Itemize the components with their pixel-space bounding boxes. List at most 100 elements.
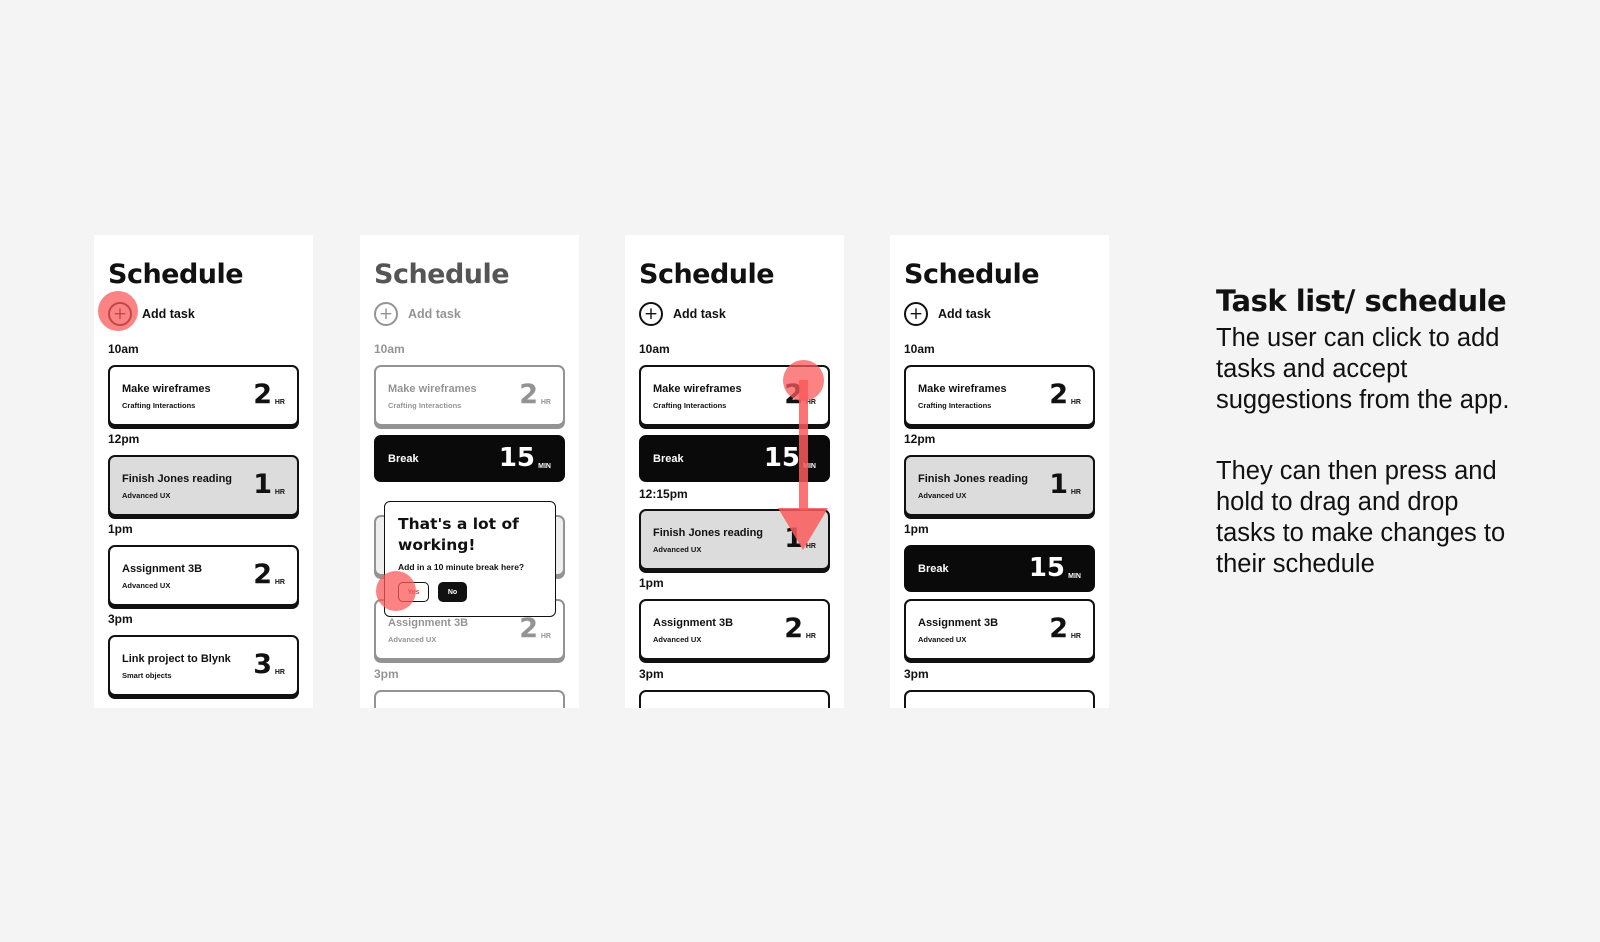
task-subtitle: Crafting Interactions xyxy=(388,401,462,410)
break-title: Break xyxy=(388,453,419,465)
task-duration: 3 xyxy=(253,649,272,680)
task-duration: 2 xyxy=(519,613,538,644)
add-task-button[interactable]: + Add task xyxy=(904,302,991,326)
add-task-label: Add task xyxy=(408,307,461,321)
schedule-screen-2: Schedule + Add task 10am Make wireframes… xyxy=(360,235,579,708)
add-task-button[interactable]: + Add task xyxy=(639,302,726,326)
task-subtitle: Advanced UX xyxy=(653,545,702,554)
task-card-partial xyxy=(639,690,830,708)
task-duration: 2 xyxy=(519,379,538,410)
page-title: Schedule xyxy=(374,259,510,290)
task-title: Assignment 3B xyxy=(653,617,734,629)
schedule-screen-3: Schedule + Add task 10am Make wireframes… xyxy=(625,235,844,708)
time-label: 3pm xyxy=(904,667,929,681)
add-task-label: Add task xyxy=(673,307,726,321)
break-title: Break xyxy=(918,563,949,575)
task-title: Assignment 3B xyxy=(122,563,203,575)
time-label: 1pm xyxy=(108,522,133,536)
task-card[interactable]: Link project to Blynk Smart objects 3 HR xyxy=(108,635,299,696)
task-duration-unit: HR xyxy=(1070,633,1081,640)
plus-circle-icon[interactable]: + xyxy=(639,302,663,326)
task-duration-unit: HR xyxy=(274,579,285,586)
task-duration: 2 xyxy=(1049,613,1068,644)
tap-indicator xyxy=(376,571,416,611)
task-card[interactable]: Assignment 3B Advanced UX 2 HR xyxy=(904,599,1095,660)
time-label: 3pm xyxy=(108,612,133,626)
task-card-partial xyxy=(374,690,565,708)
tap-indicator xyxy=(98,291,138,331)
description-paragraph-1: The user can click to add tasks and acce… xyxy=(1216,324,1510,414)
no-button[interactable]: No xyxy=(438,582,467,602)
task-duration: 2 xyxy=(1049,379,1068,410)
task-duration: 1 xyxy=(253,469,272,500)
task-subtitle: Crafting Interactions xyxy=(122,401,196,410)
add-task-label: Add task xyxy=(142,307,195,321)
time-label: 12pm xyxy=(904,432,936,446)
task-card[interactable]: Assignment 3B Advanced UX 2 HR xyxy=(639,599,830,660)
plus-circle-icon[interactable]: + xyxy=(374,302,398,326)
task-card[interactable]: Make wireframes Crafting Interactions 2 … xyxy=(108,365,299,426)
task-title: Finish Jones reading xyxy=(122,473,233,485)
task-subtitle: Advanced UX xyxy=(388,635,437,644)
page-title: Schedule xyxy=(904,259,1040,290)
task-title: Link project to Blynk xyxy=(122,653,231,665)
page-title: Schedule xyxy=(108,259,244,290)
task-card[interactable]: Assignment 3B Advanced UX 2 HR xyxy=(108,545,299,606)
popup-heading: That's a lot of working! xyxy=(398,515,519,554)
task-card[interactable]: Finish Jones reading Advanced UX 1 HR xyxy=(904,455,1095,516)
task-duration: 2 xyxy=(784,613,803,644)
task-card[interactable]: Make wireframes Crafting Interactions 2 … xyxy=(904,365,1095,426)
schedule-screen-4: Schedule + Add task 10am Make wireframes… xyxy=(890,235,1109,708)
time-label: 10am xyxy=(639,342,670,356)
time-label: 1pm xyxy=(639,576,664,590)
task-title: Make wireframes xyxy=(122,383,211,395)
task-duration: 2 xyxy=(253,379,272,410)
task-title: Finish Jones reading xyxy=(653,527,764,539)
schedule-screen-1: Schedule + Add task 10am Make wireframes… xyxy=(94,235,313,708)
task-subtitle: Smart objects xyxy=(122,671,172,680)
break-duration-unit: MIN xyxy=(538,463,551,470)
break-card[interactable]: Break 15 MIN xyxy=(374,435,565,482)
time-label: 10am xyxy=(374,342,405,356)
description-panel: Task list/ schedule The user can click t… xyxy=(1216,281,1516,580)
task-title: Make wireframes xyxy=(653,383,742,395)
task-duration-unit: HR xyxy=(274,399,285,406)
task-duration-unit: HR xyxy=(540,633,551,640)
time-label: 12pm xyxy=(108,432,140,446)
drag-arrow xyxy=(799,380,808,510)
task-duration-unit: HR xyxy=(1070,489,1081,496)
time-label: 12:15pm xyxy=(639,487,688,501)
task-title: Make wireframes xyxy=(918,383,1007,395)
task-duration-unit: HR xyxy=(540,399,551,406)
time-label: 10am xyxy=(108,342,139,356)
break-duration: 15 xyxy=(1028,553,1065,583)
break-duration-unit: MIN xyxy=(1068,573,1081,580)
task-subtitle: Advanced UX xyxy=(918,635,967,644)
task-subtitle: Advanced UX xyxy=(122,581,171,590)
task-subtitle: Advanced UX xyxy=(122,491,171,500)
task-duration-unit: HR xyxy=(805,633,816,640)
task-duration-unit: HR xyxy=(274,489,285,496)
popup-question: Add in a 10 minute break here? xyxy=(398,562,525,572)
task-card[interactable]: Make wireframes Crafting Interactions 2 … xyxy=(374,365,565,426)
time-label: 3pm xyxy=(374,667,399,681)
task-card-partial xyxy=(904,690,1095,708)
add-task-label: Add task xyxy=(938,307,991,321)
page-title: Schedule xyxy=(639,259,775,290)
drag-arrow-head xyxy=(778,508,828,550)
break-title: Break xyxy=(653,453,684,465)
task-duration: 1 xyxy=(1049,469,1068,500)
description-paragraph-2: They can then press and hold to drag and… xyxy=(1216,457,1506,578)
task-subtitle: Advanced UX xyxy=(918,491,967,500)
task-subtitle: Advanced UX xyxy=(653,635,702,644)
break-duration: 15 xyxy=(498,443,535,473)
add-task-button[interactable]: + Add task xyxy=(374,302,461,326)
task-subtitle: Crafting Interactions xyxy=(653,401,727,410)
break-card[interactable]: Break 15 MIN xyxy=(904,545,1095,592)
task-title: Assignment 3B xyxy=(918,617,999,629)
plus-circle-icon[interactable]: + xyxy=(904,302,928,326)
task-card[interactable]: Finish Jones reading Advanced UX 1 HR xyxy=(108,455,299,516)
task-subtitle: Crafting Interactions xyxy=(918,401,992,410)
time-label: 10am xyxy=(904,342,935,356)
time-label: 3pm xyxy=(639,667,664,681)
